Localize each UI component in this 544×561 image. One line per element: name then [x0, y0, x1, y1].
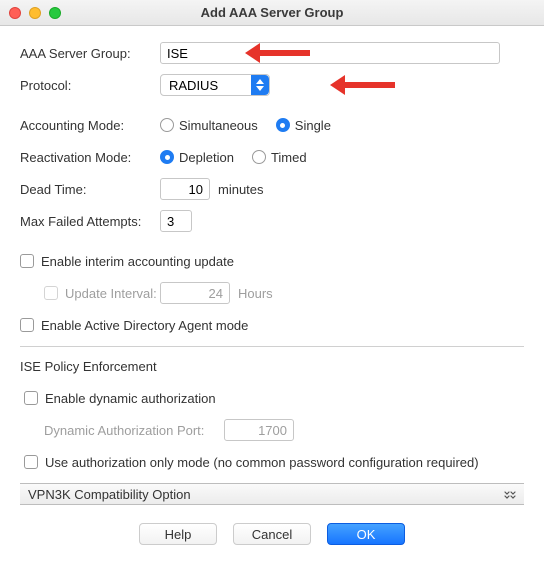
server-group-label: AAA Server Group:: [20, 46, 160, 61]
checkbox-label: Enable Active Directory Agent mode: [41, 318, 248, 333]
dead-time-label: Dead Time:: [20, 182, 160, 197]
accounting-mode-label: Accounting Mode:: [20, 118, 160, 133]
checkbox-label: Use authorization only mode (no common p…: [45, 455, 479, 470]
ise-section-label: ISE Policy Enforcement: [20, 359, 157, 374]
reactivation-depletion-radio[interactable]: Depletion: [160, 150, 234, 165]
authorization-only-checkbox[interactable]: Use authorization only mode (no common p…: [24, 455, 479, 470]
dead-time-unit: minutes: [218, 182, 264, 197]
dynamic-auth-port-label: Dynamic Authorization Port:: [44, 423, 224, 438]
update-interval-checkbox[interactable]: Update Interval:: [44, 286, 160, 301]
interim-accounting-checkbox[interactable]: Enable interim accounting update: [20, 254, 234, 269]
update-interval-unit: Hours: [238, 286, 273, 301]
annotation-arrow-icon: [330, 75, 395, 95]
protocol-select-wrap[interactable]: RADIUS: [160, 74, 270, 96]
radio-label: Depletion: [179, 150, 234, 165]
ok-button[interactable]: OK: [327, 523, 405, 545]
reactivation-mode-label: Reactivation Mode:: [20, 150, 160, 165]
reactivation-timed-radio[interactable]: Timed: [252, 150, 307, 165]
radio-label: Simultaneous: [179, 118, 258, 133]
accordion-label: VPN3K Compatibility Option: [28, 487, 191, 502]
max-failed-label: Max Failed Attempts:: [20, 214, 160, 229]
radio-label: Single: [295, 118, 331, 133]
dynamic-auth-checkbox[interactable]: Enable dynamic authorization: [24, 391, 216, 406]
radio-label: Timed: [271, 150, 307, 165]
chevron-down-icon: [504, 487, 516, 502]
protocol-select[interactable]: RADIUS: [160, 74, 270, 96]
checkbox-label: Enable dynamic authorization: [45, 391, 216, 406]
update-interval-label: Update Interval:: [65, 286, 160, 301]
help-button[interactable]: Help: [139, 523, 217, 545]
vpn3k-compat-accordion[interactable]: VPN3K Compatibility Option: [20, 483, 524, 505]
protocol-label: Protocol:: [20, 78, 160, 93]
annotation-arrow-icon: [245, 43, 310, 63]
accounting-simultaneous-radio[interactable]: Simultaneous: [160, 118, 258, 133]
divider: [20, 346, 524, 347]
checkbox-label: Enable interim accounting update: [41, 254, 234, 269]
dialog-content: AAA Server Group: Protocol: RADIUS: [0, 26, 544, 561]
titlebar: Add AAA Server Group: [0, 0, 544, 26]
button-bar: Help Cancel OK: [20, 505, 524, 561]
dynamic-auth-port-input[interactable]: [224, 419, 294, 441]
server-group-input[interactable]: [160, 42, 500, 64]
accounting-single-radio[interactable]: Single: [276, 118, 331, 133]
max-failed-input[interactable]: [160, 210, 192, 232]
window-title: Add AAA Server Group: [0, 5, 544, 20]
update-interval-input[interactable]: [160, 282, 230, 304]
cancel-button[interactable]: Cancel: [233, 523, 311, 545]
ad-agent-checkbox[interactable]: Enable Active Directory Agent mode: [20, 318, 248, 333]
dead-time-input[interactable]: [160, 178, 210, 200]
